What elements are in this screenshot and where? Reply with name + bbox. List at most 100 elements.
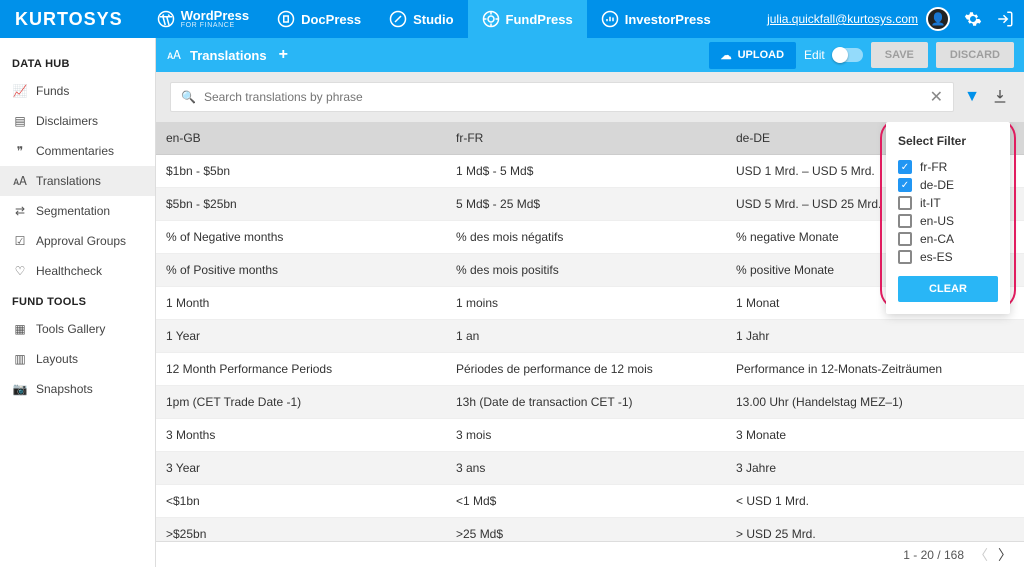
camera-icon: 📷 — [12, 381, 28, 397]
search-icon: 🔍 — [181, 90, 196, 104]
filter-option-label: es-ES — [920, 250, 953, 264]
user-email[interactable]: julia.quickfall@kurtosys.com — [767, 12, 918, 26]
cell-fr: <1 Md$ — [446, 485, 726, 517]
sidebar-item-label: Disclaimers — [36, 114, 98, 128]
checkbox-icon: ✓ — [898, 160, 912, 174]
checkbox-icon — [898, 250, 912, 264]
nav-sublabel: FOR FINANCE — [181, 23, 249, 29]
sidebar-item-label: Approval Groups — [36, 234, 126, 248]
cell-en: $5bn - $25bn — [156, 188, 446, 220]
checkbox-icon: ✓ — [898, 178, 912, 192]
nav-label: WordPress — [181, 8, 249, 23]
sidebar-item-label: Translations — [36, 174, 101, 188]
sidebar-item-layouts[interactable]: ▥Layouts — [0, 344, 155, 374]
avatar[interactable]: 👤 — [926, 7, 950, 31]
nav-investorpress[interactable]: InvestorPress — [587, 0, 725, 38]
cell-fr: Périodes de performance de 12 mois — [446, 353, 726, 385]
sidebar-item-disclaimers[interactable]: ▤ Disclaimers — [0, 106, 155, 136]
table-row[interactable]: <$1bn<1 Md$< USD 1 Mrd. — [156, 485, 1024, 518]
clear-filter-button[interactable]: CLEAR — [898, 276, 998, 302]
filter-option[interactable]: ✓de-DE — [898, 176, 998, 194]
logout-icon[interactable] — [996, 10, 1014, 28]
clear-search-icon[interactable]: ✕ — [930, 87, 943, 107]
upload-button[interactable]: ☁UPLOAD — [709, 42, 796, 69]
next-page-button[interactable]: 〉 — [998, 545, 1012, 565]
subheader: 🗚 Translations + ☁UPLOAD Edit SAVE DISCA… — [156, 38, 1024, 72]
cell-en: 3 Year — [156, 452, 446, 484]
table-row[interactable]: 3 Months3 mois3 Monate — [156, 419, 1024, 452]
filter-option[interactable]: en-CA — [898, 230, 998, 248]
sidebar-section-data-hub: DATA HUB — [0, 48, 155, 76]
cloud-upload-icon: ☁ — [721, 49, 732, 62]
search-input[interactable] — [204, 90, 930, 104]
sidebar-item-label: Tools Gallery — [36, 322, 105, 336]
search-box[interactable]: 🔍 ✕ — [170, 82, 954, 112]
pagination-label: 1 - 20 / 168 — [903, 548, 964, 562]
cell-fr: 3 mois — [446, 419, 726, 451]
sidebar-item-label: Healthcheck — [36, 264, 102, 278]
add-button[interactable]: + — [279, 46, 288, 64]
prev-page-button[interactable]: 〈 — [974, 545, 988, 565]
nav-wordpress[interactable]: WordPressFOR FINANCE — [143, 0, 263, 38]
nav-docpress[interactable]: DocPress — [263, 0, 375, 38]
sidebar: DATA HUB 📈Funds ▤ Disclaimers ❞Commentari… — [0, 38, 156, 567]
translations-table: en-GB fr-FR de-DE $1bn - $5bn1 Md$ - 5 M… — [156, 122, 1024, 541]
cell-en: 12 Month Performance Periods — [156, 353, 446, 385]
column-header-fr[interactable]: fr-FR — [446, 122, 726, 154]
nav-fundpress[interactable]: FundPress — [468, 0, 587, 38]
column-header-en[interactable]: en-GB — [156, 122, 446, 154]
table-row[interactable]: 1pm (CET Trade Date -1)13h (Date de tran… — [156, 386, 1024, 419]
sidebar-item-funds[interactable]: 📈Funds — [0, 76, 155, 106]
cell-fr: 13h (Date de transaction CET -1) — [446, 386, 726, 418]
sidebar-item-healthcheck[interactable]: ♡Healthcheck — [0, 256, 155, 286]
cell-de: 1 Jahr — [726, 320, 1024, 352]
sidebar-item-label: Segmentation — [36, 204, 110, 218]
cell-fr: 1 Md$ - 5 Md$ — [446, 155, 726, 187]
discard-button[interactable]: DISCARD — [936, 42, 1014, 68]
sidebar-item-commentaries[interactable]: ❞Commentaries — [0, 136, 155, 166]
gear-icon[interactable] — [964, 10, 982, 28]
table-row[interactable]: 12 Month Performance PeriodsPériodes de … — [156, 353, 1024, 386]
translate-icon: 🗚 — [166, 47, 182, 63]
nav-studio[interactable]: Studio — [375, 0, 467, 38]
table-row[interactable]: >$25bn>25 Md$> USD 25 Mrd. — [156, 518, 1024, 541]
note-icon: ▤ — [12, 113, 28, 129]
table-row[interactable]: 1 Year1 an1 Jahr — [156, 320, 1024, 353]
sidebar-item-tools-gallery[interactable]: ▦ Tools Gallery — [0, 314, 155, 344]
cell-de: 3 Jahre — [726, 452, 1024, 484]
save-button[interactable]: SAVE — [871, 42, 928, 68]
filter-icon[interactable]: ▼ — [962, 88, 982, 106]
cell-fr: 5 Md$ - 25 Md$ — [446, 188, 726, 220]
filter-option-label: en-CA — [920, 232, 954, 246]
investorpress-icon — [601, 10, 619, 28]
sidebar-item-label: Funds — [36, 84, 69, 98]
cell-en: $1bn - $5bn — [156, 155, 446, 187]
edit-toggle[interactable] — [833, 48, 863, 62]
approval-icon: ☑ — [12, 233, 28, 249]
cell-de: > USD 25 Mrd. — [726, 518, 1024, 541]
cell-de: 13.00 Uhr (Handelstag MEZ–1) — [726, 386, 1024, 418]
topbar: KURTOSYS WordPressFOR FINANCE DocPress S… — [0, 0, 1024, 38]
cell-fr: % des mois négatifs — [446, 221, 726, 253]
cell-en: 1 Month — [156, 287, 446, 319]
nav-label: Studio — [413, 12, 453, 27]
filter-option[interactable]: ✓fr-FR — [898, 158, 998, 176]
sidebar-item-translations[interactable]: 🗚Translations — [0, 166, 155, 196]
table-row[interactable]: 3 Year3 ans3 Jahre — [156, 452, 1024, 485]
cell-en: 1pm (CET Trade Date -1) — [156, 386, 446, 418]
docpress-icon — [277, 10, 295, 28]
page-title: Translations — [190, 48, 267, 63]
filter-option[interactable]: en-US — [898, 212, 998, 230]
sidebar-item-approval-groups[interactable]: ☑ Approval Groups — [0, 226, 155, 256]
cell-fr: 1 moins — [446, 287, 726, 319]
sidebar-item-label: Commentaries — [36, 144, 114, 158]
filter-option[interactable]: es-ES — [898, 248, 998, 266]
filter-option[interactable]: it-IT — [898, 194, 998, 212]
cell-en: >$25bn — [156, 518, 446, 541]
sidebar-item-snapshots[interactable]: 📷Snapshots — [0, 374, 155, 404]
cell-fr: >25 Md$ — [446, 518, 726, 541]
wordpress-icon — [157, 10, 175, 28]
sidebar-item-segmentation[interactable]: ⇄Segmentation — [0, 196, 155, 226]
download-icon[interactable] — [990, 88, 1010, 107]
gallery-icon: ▦ — [12, 321, 28, 337]
